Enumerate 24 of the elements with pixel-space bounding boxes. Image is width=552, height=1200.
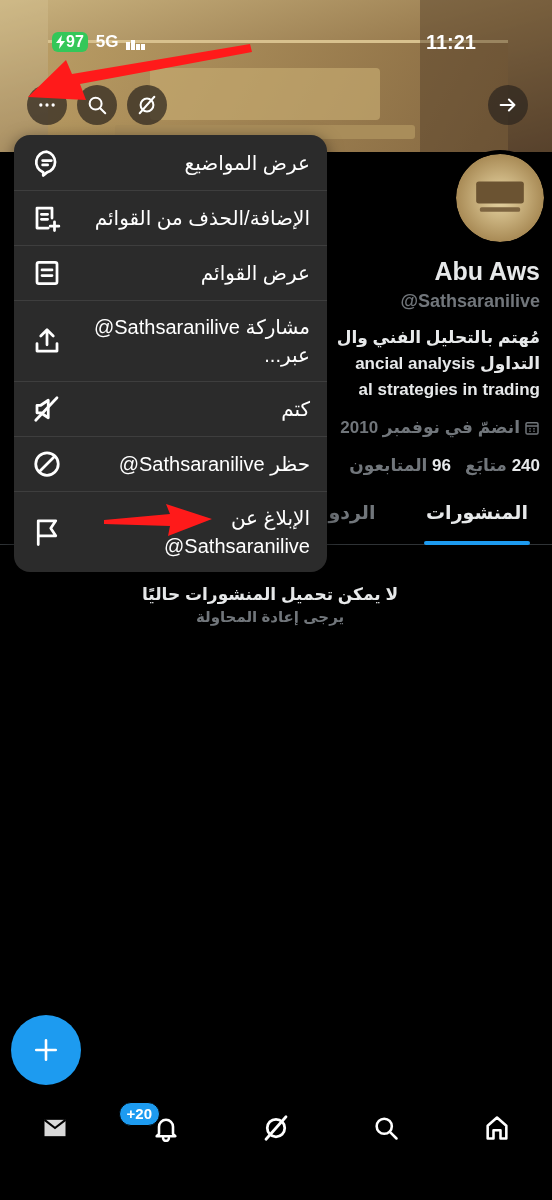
menu-item[interactable]: الإضافة/الحذف من القوائم: [14, 190, 327, 245]
notification-badge: +20: [118, 1102, 161, 1126]
error-subtitle: يرجى إعادة المحاولة: [194, 607, 346, 627]
search-icon: [86, 94, 108, 116]
error-title: لا يمكن تحميل المنشورات حاليًا: [140, 584, 400, 607]
block-icon: [32, 449, 62, 479]
battery-indicator: 97: [52, 32, 88, 52]
menu-item[interactable]: كتم: [14, 381, 327, 436]
search-icon: [372, 1114, 401, 1142]
menu-item[interactable]: عرض المواضيع: [14, 135, 327, 190]
bio-line: التداول ancial analysis: [355, 353, 540, 375]
network-label: 5G: [95, 31, 119, 54]
calendar-icon: [524, 420, 540, 436]
plus-icon: [33, 1037, 59, 1063]
bio-line: al strategies in trading: [358, 379, 540, 401]
bio-line: مُهتم بالتحليل الفني وال: [336, 327, 540, 350]
more-icon: [39, 103, 55, 107]
profile-handle: @Sathsaranilive: [400, 290, 540, 313]
menu-item[interactable]: عرض القوائم: [14, 245, 327, 300]
tab[interactable]: المنشورات: [402, 491, 552, 545]
join-date: انضمّ في نوفمبر 2010: [340, 417, 520, 440]
profile-name: Abu Aws: [434, 256, 540, 287]
slashed-circle-icon: [136, 94, 158, 116]
clock-time: 11:21: [425, 30, 476, 55]
